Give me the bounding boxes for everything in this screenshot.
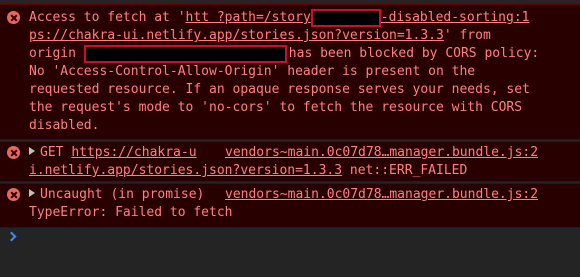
source-link[interactable]: vendors~main.0c07d78…manager.bundle.js:2 [225, 144, 538, 162]
request-url-link[interactable]: i.netlify.app/stories.json?version=1.3.3 [29, 163, 342, 178]
console-error-message[interactable]: GET https://chakra-u vendors~main.0c07d7… [0, 141, 580, 182]
redaction-box [83, 45, 287, 63]
request-url-link[interactable]: https://chakra-u [71, 145, 196, 160]
message-line: disabled. [29, 118, 100, 133]
request-url-link[interactable]: htt ?path=/story [186, 10, 311, 25]
message-line: requested resource. If an opaque respons… [29, 82, 530, 97]
request-url-link[interactable]: -disabled-sorting:1 [381, 10, 530, 25]
console-error-message[interactable]: Access to fetch at 'htt ?path=/story -dis… [0, 4, 580, 140]
message-line: GET https://chakra-u [29, 144, 197, 162]
message-text: ' from [443, 28, 491, 43]
devtools-console: Access to fetch at 'htt ?path=/story -dis… [0, 0, 580, 277]
message-text: origin [29, 46, 84, 61]
console-prompt[interactable] [6, 228, 17, 246]
message-line: Uncaught (in promise) [29, 186, 204, 204]
error-status: net::ERR_FAILED [342, 163, 468, 178]
expand-triangle-icon[interactable] [29, 189, 35, 197]
error-circle-icon [7, 11, 20, 24]
error-title: Uncaught (in promise) [40, 187, 205, 202]
expand-triangle-icon[interactable] [29, 147, 35, 155]
source-link-text[interactable]: vendors~main.0c07d78…manager.bundle.js:2 [225, 145, 538, 160]
request-method: GET [40, 145, 64, 160]
redaction-box [310, 9, 381, 27]
error-message: TypeError: Failed to fetch [29, 205, 233, 220]
message-text: Access to fetch at ' [29, 10, 186, 25]
error-circle-icon [7, 188, 20, 201]
message-line: Access to fetch at 'htt ?path=/story -dis… [29, 9, 530, 27]
prompt-chevron-icon [6, 231, 17, 242]
error-circle-icon [7, 146, 20, 159]
message-line: i.netlify.app/stories.json?version=1.3.3… [29, 162, 467, 180]
source-link[interactable]: vendors~main.0c07d78…manager.bundle.js:2 [225, 186, 538, 204]
source-link-text[interactable]: vendors~main.0c07d78…manager.bundle.js:2 [225, 187, 538, 202]
message-line: No 'Access-Control-Allow-Origin' header … [29, 64, 476, 79]
message-text: has been blocked by CORS policy: [288, 46, 540, 61]
message-line: origin has been blocked by CORS policy: [29, 45, 539, 63]
console-error-message[interactable]: Uncaught (in promise) vendors~main.0c07d… [0, 183, 580, 228]
message-line: the request's mode to 'no-cors' to fetch… [29, 100, 523, 115]
message-line: ps://chakra-ui.netlify.app/stories.json?… [29, 27, 491, 45]
request-url-link[interactable]: ps://chakra-ui.netlify.app/stories.json?… [29, 28, 444, 43]
